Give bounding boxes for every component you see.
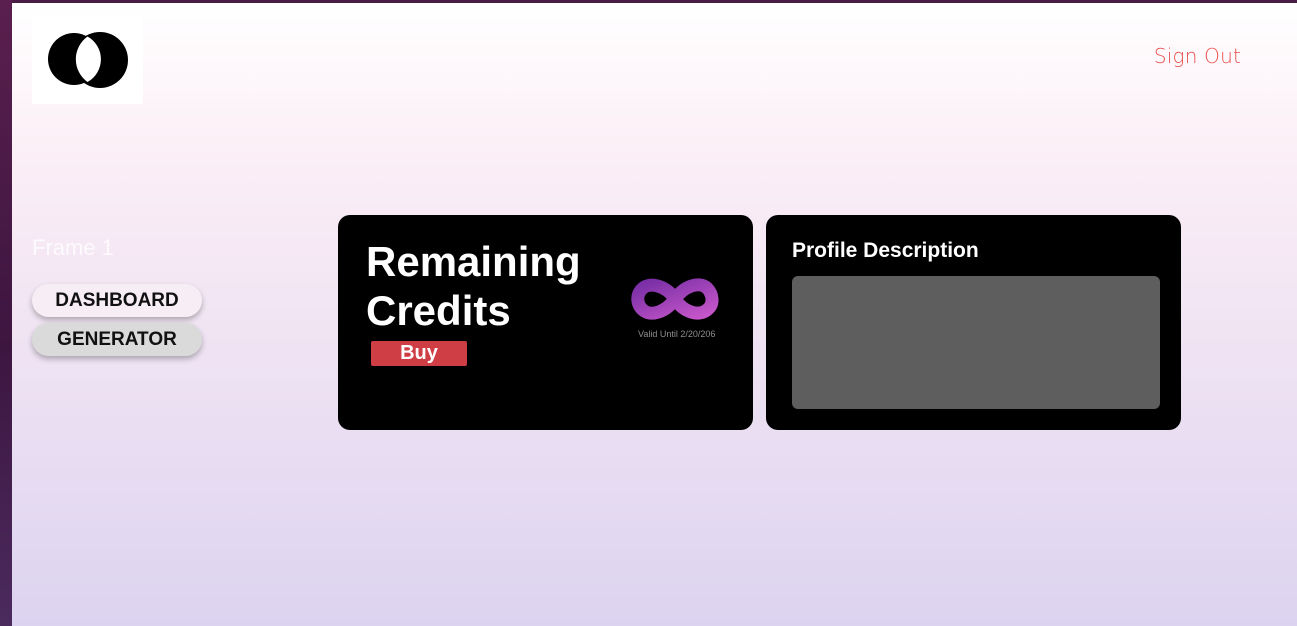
remaining-credits-card: Remaining Credits Buy Valid Until 2/20/2… <box>338 215 753 430</box>
window-left-edge <box>0 0 12 626</box>
credits-title-line2: Credits <box>366 287 511 334</box>
frame-label: Frame 1 <box>32 235 114 260</box>
app-canvas: Sign Out Frame 1 DASHBOARD GENERATOR Rem… <box>12 3 1297 626</box>
overlapping-circles-logo-icon <box>47 32 128 88</box>
valid-until-text: Valid Until 2/20/206 <box>638 329 716 339</box>
buy-credits-button[interactable]: Buy <box>371 341 467 366</box>
infinity-icon <box>631 278 719 320</box>
nav-dashboard-button[interactable]: DASHBOARD <box>32 284 202 317</box>
profile-description-input[interactable] <box>792 276 1160 409</box>
nav-generator-button[interactable]: GENERATOR <box>32 323 202 356</box>
logo[interactable] <box>32 16 143 104</box>
credits-title: Remaining Credits <box>366 237 581 335</box>
credits-title-line1: Remaining <box>366 238 581 285</box>
sign-out-link[interactable]: Sign Out <box>1154 44 1241 68</box>
profile-description-title: Profile Description <box>792 239 979 262</box>
profile-description-card: Profile Description <box>766 215 1181 430</box>
